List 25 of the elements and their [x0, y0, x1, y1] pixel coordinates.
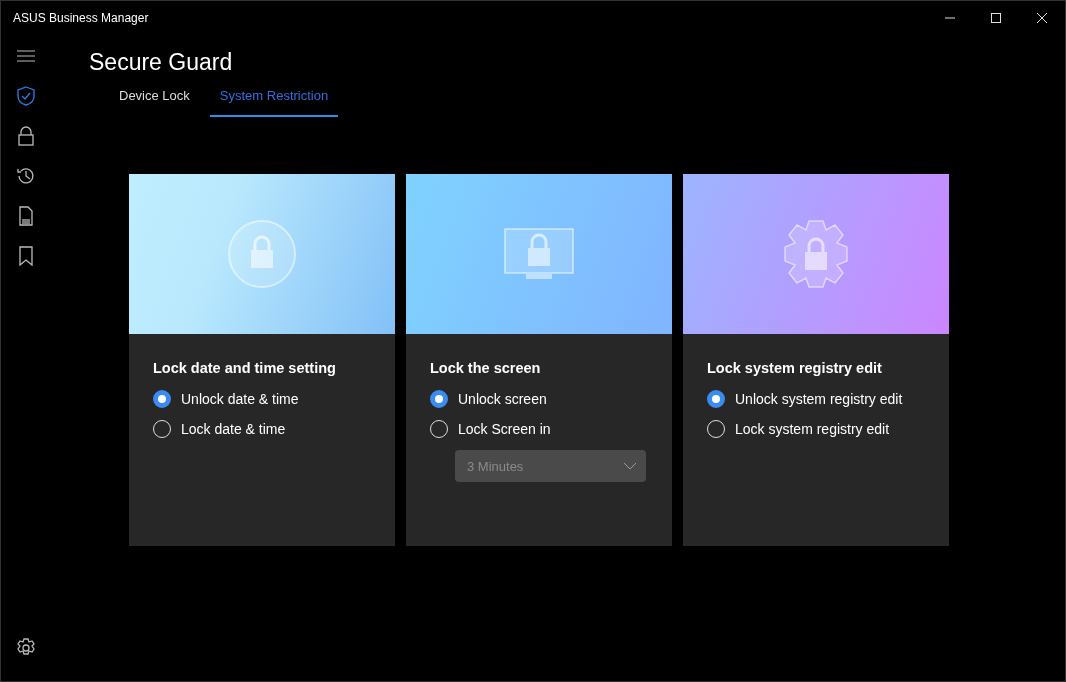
radio-option[interactable]: Unlock screen [430, 390, 648, 408]
tab[interactable]: Device Lock [109, 88, 200, 117]
padlock-icon[interactable] [15, 125, 37, 147]
maximize-icon[interactable] [991, 13, 1001, 23]
card-title: Lock date and time setting [153, 360, 337, 376]
radio-option[interactable]: Unlock system registry edit [707, 390, 925, 408]
radio-icon[interactable] [153, 390, 171, 408]
radio-option[interactable]: Lock date & time [153, 420, 371, 438]
page-title: Secure Guard [89, 49, 234, 76]
radio-option[interactable]: Lock system registry edit [707, 420, 925, 438]
radio-option[interactable]: Lock Screen in [430, 420, 648, 438]
window-title: ASUS Business Manager [13, 11, 150, 25]
radio-option[interactable]: Unlock date & time [153, 390, 371, 408]
history-icon[interactable] [15, 165, 37, 187]
radio-icon[interactable] [430, 390, 448, 408]
tab[interactable]: System Restriction [209, 88, 339, 117]
monitor-padlock-icon [504, 228, 574, 280]
gear-padlock-icon [781, 219, 851, 289]
chevron-down-icon [624, 462, 636, 470]
padlock-circle-icon [227, 219, 297, 289]
card-title: Lock system registry edit [707, 360, 883, 376]
card-title: Lock the screen [430, 360, 542, 376]
close-icon[interactable] [1037, 13, 1047, 23]
radio-icon[interactable] [707, 390, 725, 408]
shield-check-icon[interactable] [15, 85, 37, 107]
